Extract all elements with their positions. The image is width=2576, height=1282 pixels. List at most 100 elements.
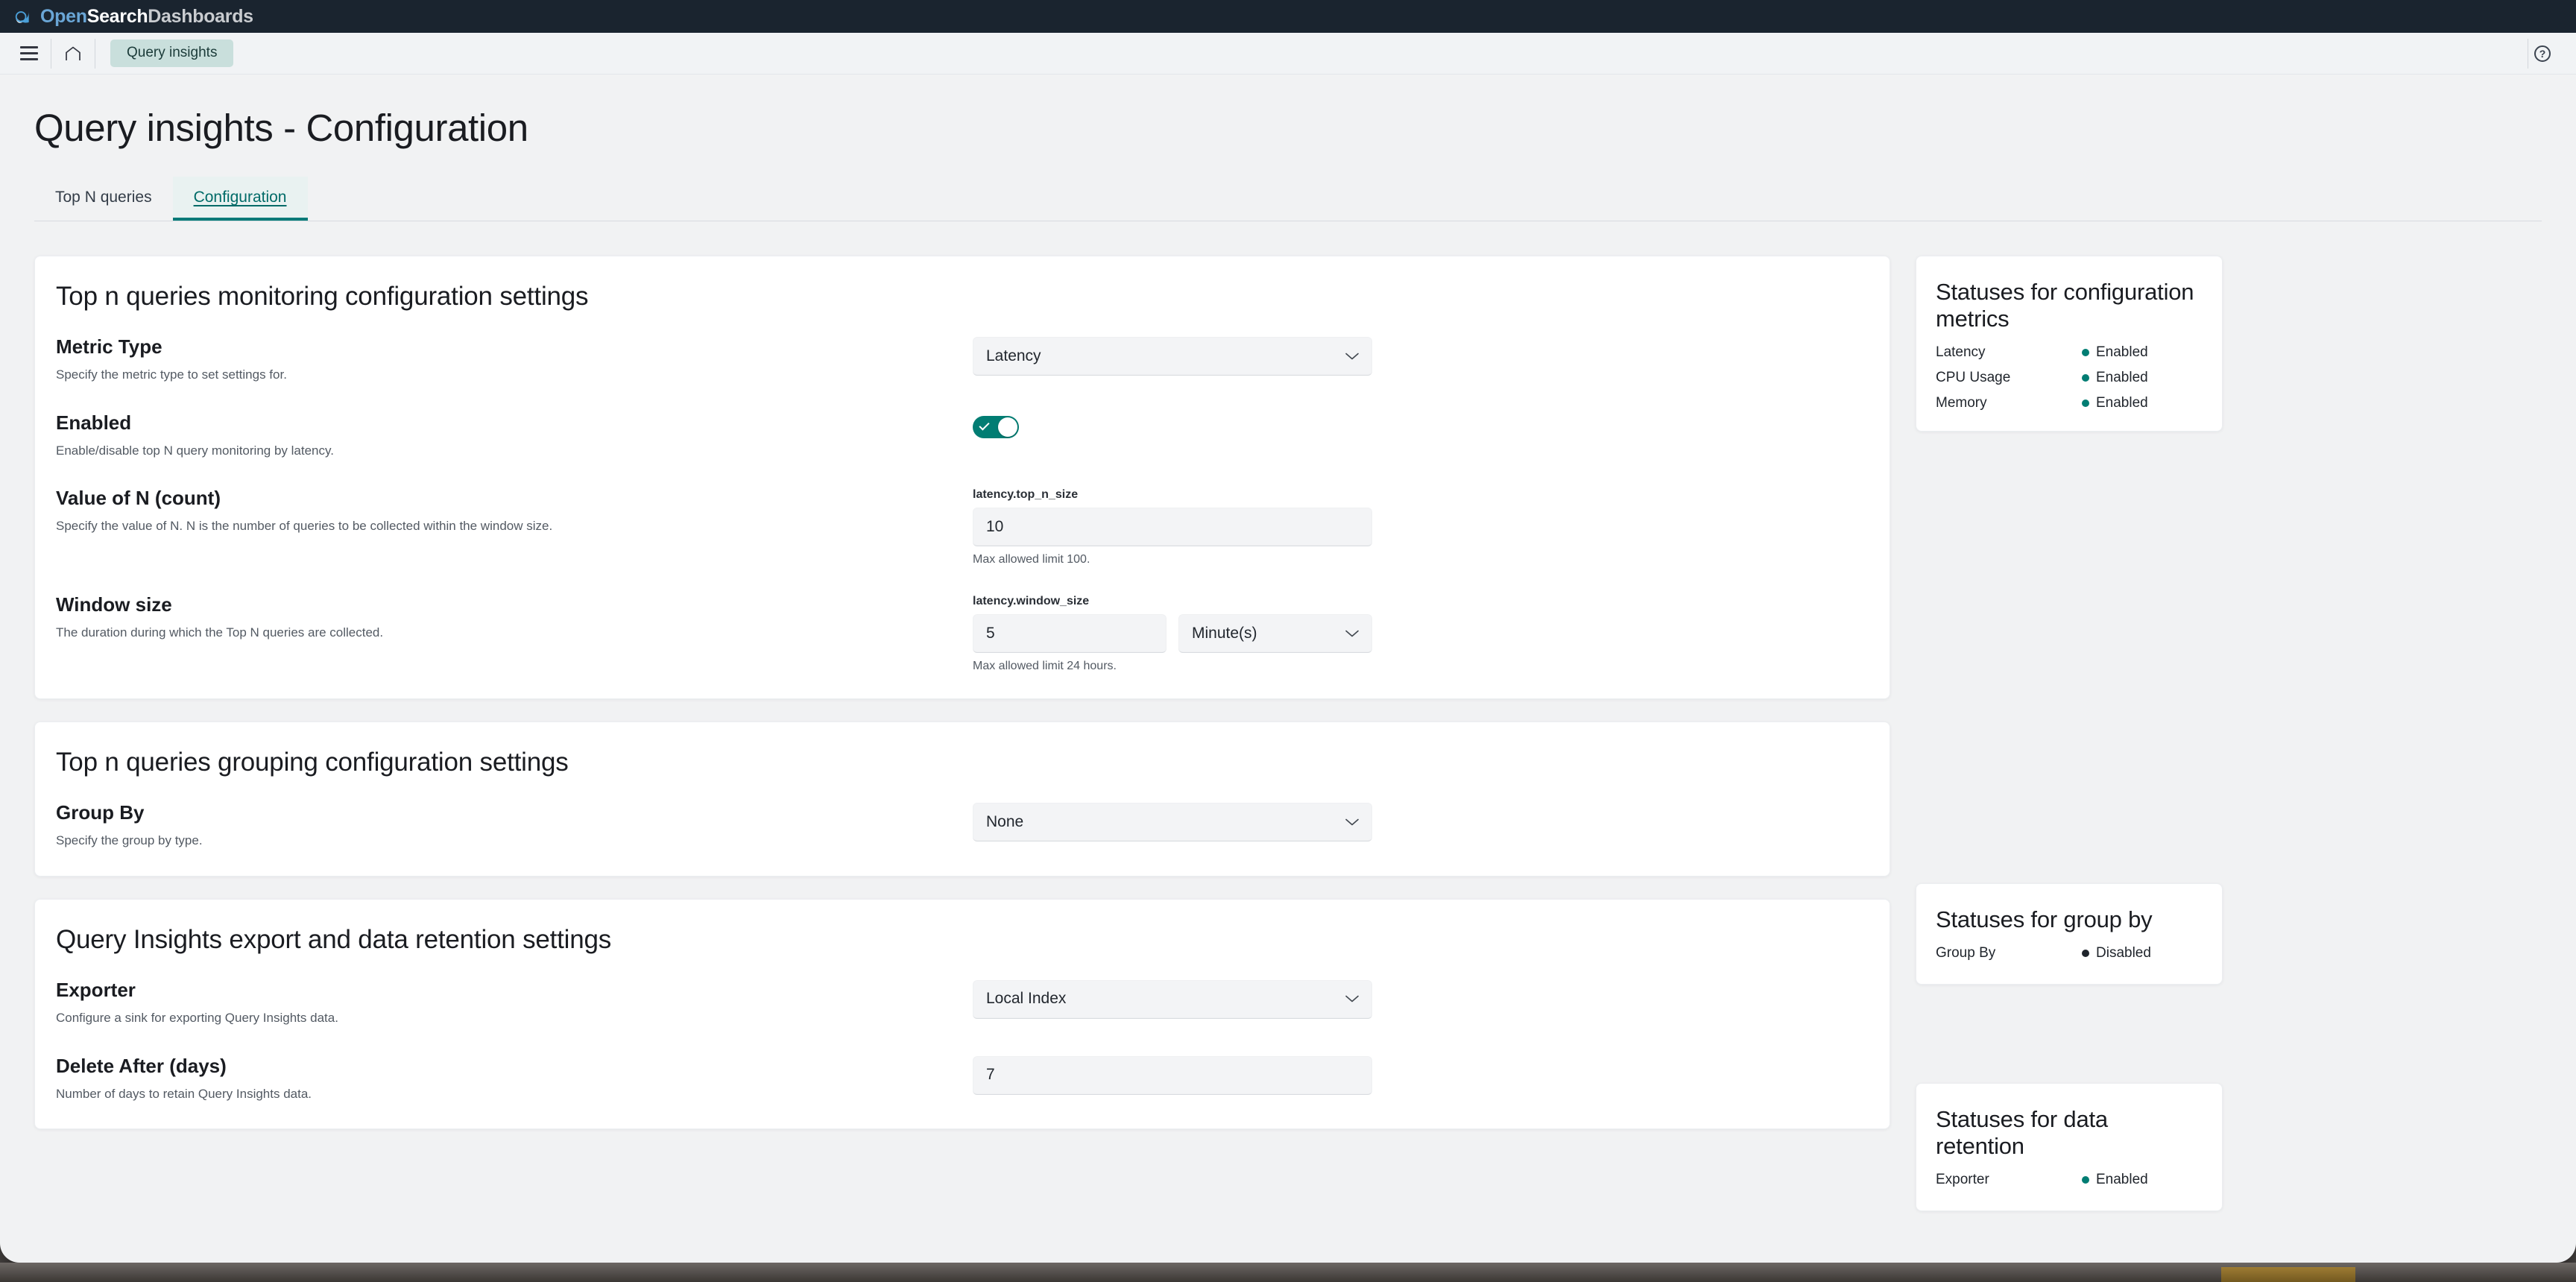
status-row: Latency Enabled <box>1936 344 2203 361</box>
status-value: Enabled <box>2096 1172 2148 1187</box>
group-by-label-group: Group By Specify the group by type. <box>56 801 973 850</box>
check-icon <box>979 420 990 431</box>
top-n-size-input[interactable]: 10 <box>973 508 1372 547</box>
group-by-control: None <box>973 801 1869 842</box>
tab-top-n-queries[interactable]: Top N queries <box>34 177 173 221</box>
status-badge: Disabled <box>2082 945 2151 962</box>
row-window-size: Window size The duration during which th… <box>56 593 1869 673</box>
status-row: Memory Enabled <box>1936 395 2203 411</box>
value-of-n-description: Specify the value of N. N is the number … <box>56 519 553 534</box>
panel-monitoring-title: Top n queries monitoring configuration s… <box>56 282 589 311</box>
exporter-label-group: Exporter Configure a sink for exporting … <box>56 979 973 1028</box>
window-size-description: The duration during which the Top N quer… <box>56 625 384 640</box>
metric-type-value: Latency <box>986 347 1041 364</box>
status-value: Enabled <box>2096 344 2148 360</box>
status-row: Exporter Enabled <box>1936 1172 2203 1188</box>
hamburger-menu-icon <box>20 46 38 60</box>
tab-bar: Top N queries Configuration <box>34 177 2542 221</box>
delete-after-label: Delete After (days) <box>56 1054 227 1077</box>
brand-title: OpenSearchDashboards <box>40 6 253 28</box>
brand-search: Search <box>86 5 148 27</box>
breadcrumb-query-insights[interactable]: Query insights <box>110 40 234 67</box>
group-by-select[interactable]: None <box>973 803 1372 842</box>
row-delete-after: Delete After (days) Number of days to re… <box>56 1055 1869 1104</box>
row-enabled: Enabled Enable/disable top N query monit… <box>56 411 1869 461</box>
status-group-by-title: Statuses for group by <box>1936 906 2153 932</box>
top-n-size-hint: Max allowed limit 100. <box>973 553 1090 566</box>
status-name: CPU Usage <box>1936 370 2011 385</box>
status-row: CPU Usage Enabled <box>1936 370 2203 386</box>
value-of-n-label-group: Value of N (count) Specify the value of … <box>56 487 973 536</box>
value-of-n-label: Value of N (count) <box>56 487 221 510</box>
desk-surface <box>0 1263 2576 1282</box>
row-exporter: Exporter Configure a sink for exporting … <box>56 979 1869 1028</box>
chevron-down-icon <box>1345 996 1359 1002</box>
delete-after-control: 7 <box>973 1055 1869 1095</box>
status-name: Exporter <box>1936 1172 1989 1187</box>
side-column: Statuses for configuration metrics Laten… <box>1916 256 2223 1234</box>
exporter-select[interactable]: Local Index <box>973 979 1372 1019</box>
main-column: Top n queries monitoring configuration s… <box>34 256 1890 1152</box>
chevron-down-icon <box>1345 630 1359 637</box>
page-content: Query insights - Configuration Top N que… <box>0 75 2576 1234</box>
panel-export-retention-settings: Query Insights export and data retention… <box>34 898 1890 1130</box>
status-value: Enabled <box>2096 370 2148 385</box>
window-size-label-group: Window size The duration during which th… <box>56 593 973 642</box>
chevron-down-icon <box>1345 818 1359 826</box>
status-name: Group By <box>1936 945 1996 961</box>
chevron-down-icon <box>1345 353 1359 359</box>
status-badge: Enabled <box>2082 1172 2148 1188</box>
help-question-icon[interactable]: ? <box>2534 45 2551 62</box>
desk-wood-accent <box>2221 1267 2355 1282</box>
page-title: Query insights - Configuration <box>34 107 528 149</box>
status-name: Latency <box>1936 344 1986 360</box>
window-size-input[interactable]: 5 <box>973 614 1167 654</box>
panel-export-title: Query Insights export and data retention… <box>56 924 612 954</box>
status-row: Group By Disabled <box>1936 945 2203 962</box>
window-size-unit-value: Minute(s) <box>1192 624 1257 642</box>
enabled-toggle-switch[interactable] <box>973 415 1019 438</box>
breadcrumb-nav-bar: Query insights ? <box>0 33 2576 75</box>
panel-grouping-title: Top n queries grouping configuration set… <box>56 748 569 777</box>
panel-status-config-metrics: Statuses for configuration metrics Laten… <box>1916 256 2223 432</box>
window-size-label: Window size <box>56 593 172 616</box>
status-value: Disabled <box>2096 945 2151 961</box>
status-dot-icon <box>2082 400 2089 407</box>
global-top-bar: OpenSearchDashboards <box>0 0 2576 33</box>
exporter-control: Local Index <box>973 979 1869 1019</box>
metric-type-select[interactable]: Latency <box>973 337 1372 376</box>
window-size-control: latency.window_size 5 Minute(s) Max allo… <box>973 593 1869 673</box>
status-config-metrics-title: Statuses for configuration metrics <box>1936 279 2194 332</box>
window-size-unit-select[interactable]: Minute(s) <box>1178 614 1372 654</box>
status-dot-icon <box>2082 950 2089 957</box>
row-metric-type: Metric Type Specify the metric type to s… <box>56 335 1869 385</box>
row-value-of-n: Value of N (count) Specify the value of … <box>56 487 1869 566</box>
menu-toggle-button[interactable] <box>13 38 45 69</box>
panel-status-data-retention: Statuses for data retention Exporter Ena… <box>1916 1083 2223 1211</box>
brand-logo-group[interactable]: OpenSearchDashboards <box>13 6 253 28</box>
enabled-label-group: Enabled Enable/disable top N query monit… <box>56 411 973 461</box>
delete-after-label-group: Delete After (days) Number of days to re… <box>56 1055 973 1104</box>
status-name: Memory <box>1936 395 1987 411</box>
panel-status-group-by: Statuses for group by Group By Disabled <box>1916 883 2223 985</box>
group-by-label: Group By <box>56 801 145 824</box>
browser-window: OpenSearchDashboards Query insights ? Qu… <box>0 0 2576 1263</box>
enabled-label: Enabled <box>56 411 132 434</box>
delete-after-input[interactable]: 7 <box>973 1055 1372 1095</box>
value-of-n-control: latency.top_n_size 10 Max allowed limit … <box>973 487 1869 566</box>
metric-type-label-group: Metric Type Specify the metric type to s… <box>56 335 973 385</box>
opensearch-logo-icon <box>15 10 29 23</box>
status-data-retention-title: Statuses for data retention <box>1936 1106 2108 1159</box>
status-badge: Enabled <box>2082 370 2148 386</box>
metric-type-label: Metric Type <box>56 335 162 358</box>
status-badge: Enabled <box>2082 344 2148 361</box>
metric-type-description: Specify the metric type to set settings … <box>56 367 287 382</box>
tab-configuration[interactable]: Configuration <box>172 177 308 221</box>
status-dot-icon <box>2082 374 2089 382</box>
panel-grouping-settings: Top n queries grouping configuration set… <box>34 721 1890 877</box>
window-size-dual-controls: 5 Minute(s) <box>973 614 1869 654</box>
window-size-hint: Max allowed limit 24 hours. <box>973 660 1117 673</box>
status-dot-icon <box>2082 1176 2089 1184</box>
toggle-knob <box>998 417 1017 437</box>
home-button[interactable] <box>57 38 89 69</box>
